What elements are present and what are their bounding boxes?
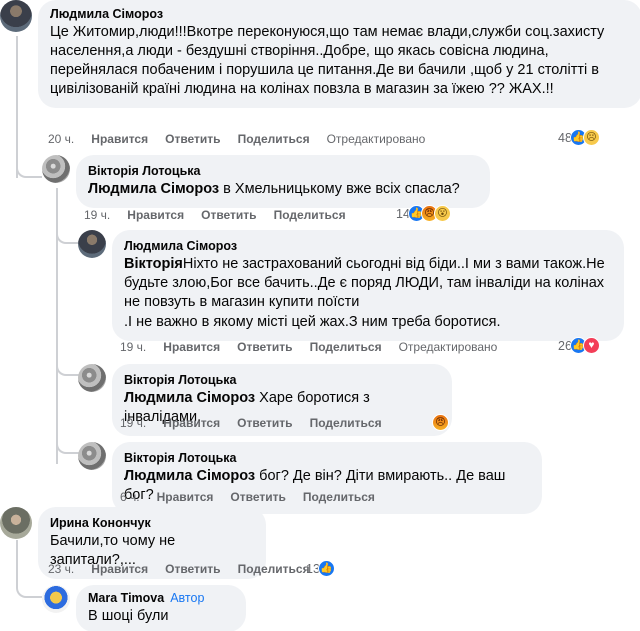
avatar[interactable] (42, 585, 70, 613)
comment-text: ВікторіяНіхто не застрахований сьогодні … (124, 255, 612, 312)
comment-lyudmyla-1: Людмила Сімороз Це Житомир,люди!!!Вкотре… (0, 0, 640, 108)
comment-text: В шоці були (88, 608, 169, 624)
love-reaction-icon: ♥ (582, 337, 600, 354)
thread-curve-reply-1 (16, 150, 42, 178)
mention-link[interactable]: Людмила Сімороз (124, 468, 255, 484)
reply-button[interactable]: Ответить (230, 490, 285, 504)
like-button[interactable]: Нравится (163, 340, 220, 354)
share-button[interactable]: Поделиться (238, 132, 310, 146)
comment-actions: 19 ч. Нравится Ответить Поделиться Отред… (120, 340, 514, 354)
wow-reaction-icon: 😮 (433, 205, 451, 222)
comment-text: Людмила Сімороз в Хмельницькому вже всіх… (88, 180, 478, 199)
comment-author[interactable]: Вікторія Лотоцька (124, 450, 530, 466)
comment-actions: 19 ч. Нравится Ответить Поделиться (120, 416, 399, 430)
reply-button[interactable]: Ответить (237, 416, 292, 430)
share-button[interactable]: Поделиться (303, 490, 375, 504)
author-badge: Автор (170, 591, 205, 605)
like-button[interactable]: Нравится (157, 490, 214, 504)
reaction-summary[interactable]: 13 👍 (306, 560, 335, 577)
reply-button[interactable]: Ответить (165, 562, 220, 576)
comment-text-line-2: .І не важно в якому місті цей жах.З ним … (124, 314, 501, 330)
share-button[interactable]: Поделиться (310, 340, 382, 354)
comment-text: Це Житомир,люди!!!Вкотре переконуюся,що … (50, 24, 605, 97)
comment-author[interactable]: Вікторія Лотоцька (124, 372, 440, 388)
comment-bubble: Вікторія Лотоцька Людмила Сімороз в Хмел… (76, 155, 490, 208)
mention-link[interactable]: Вікторія (124, 256, 183, 272)
reply-button[interactable]: Ответить (165, 132, 220, 146)
reply-button[interactable]: Ответить (237, 340, 292, 354)
like-button[interactable]: Нравится (163, 416, 220, 430)
share-button[interactable]: Поделиться (310, 416, 382, 430)
reaction-summary[interactable]: 😠 (432, 414, 449, 431)
avatar[interactable] (0, 507, 32, 539)
edited-label: Отредактировано (398, 340, 498, 354)
angry-reaction-icon: 😠 (432, 414, 449, 431)
avatar[interactable] (0, 0, 32, 32)
sad-reaction-icon: ☹ (582, 129, 600, 146)
comment-bubble: Людмила Сімороз ВікторіяНіхто не застрах… (112, 230, 624, 341)
comment-author[interactable]: Людмила Сімороз (50, 6, 630, 22)
comment-actions: 20 ч. Нравится Ответить Поделиться Отред… (48, 132, 442, 146)
comment-author[interactable]: Вікторія Лотоцька (88, 163, 478, 179)
comment-author: Mara Timova Автор (88, 590, 234, 606)
comment-author[interactable]: Ирина Конончук (50, 515, 254, 531)
avatar[interactable] (78, 364, 106, 392)
comment-actions: 6 ч. Нравится Ответить Поделиться (120, 490, 392, 504)
avatar[interactable] (78, 442, 106, 470)
like-reaction-icon: 👍 (317, 560, 335, 577)
like-button[interactable]: Нравится (127, 208, 184, 222)
comment-lyudmyla-2: Людмила Сімороз ВікторіяНіхто не застрах… (78, 230, 624, 341)
comment-mara: Mara Timova Автор В шоці були (42, 585, 246, 631)
mention-link[interactable]: Людмила Сімороз (88, 181, 219, 197)
comment-actions: 23 ч. Нравится Ответить Поделиться (48, 562, 327, 576)
author-name[interactable]: Mara Timova (88, 591, 164, 605)
comment-body: в Хмельницькому вже всіх спасла? (219, 181, 460, 197)
reaction-summary[interactable]: 14 👍 😠 😮 (396, 205, 451, 222)
comment-bubble: Mara Timova Автор В шоці були (76, 585, 246, 631)
comment-body: Ніхто не застрахований сьогодні від біди… (124, 256, 605, 310)
comment-time[interactable]: 19 ч. (120, 340, 146, 354)
edited-label: Отредактировано (326, 132, 426, 146)
comment-time[interactable]: 19 ч. (84, 208, 110, 222)
comment-actions: 19 ч. Нравится Ответить Поделиться (84, 208, 363, 222)
comment-time[interactable]: 20 ч. (48, 132, 74, 146)
like-button[interactable]: Нравится (91, 132, 148, 146)
reaction-summary[interactable]: 48 👍 ☹ (558, 129, 600, 146)
share-button[interactable]: Поделиться (274, 208, 346, 222)
comment-viktoriia-1: Вікторія Лотоцька Людмила Сімороз в Хмел… (42, 155, 490, 208)
comment-bubble: Людмила Сімороз Це Житомир,люди!!!Вкотре… (38, 0, 640, 108)
avatar[interactable] (42, 155, 70, 183)
reply-button[interactable]: Ответить (201, 208, 256, 222)
share-button[interactable]: Поделиться (238, 562, 310, 576)
avatar[interactable] (78, 230, 106, 258)
mention-link[interactable]: Людмила Сімороз (124, 390, 255, 406)
comment-time[interactable]: 6 ч. (120, 490, 140, 504)
like-button[interactable]: Нравится (91, 562, 148, 576)
reaction-summary[interactable]: 26 👍 ♥ (558, 337, 600, 354)
comment-author[interactable]: Людмила Сімороз (124, 238, 612, 254)
comment-time[interactable]: 19 ч. (120, 416, 146, 430)
comment-time[interactable]: 23 ч. (48, 562, 74, 576)
